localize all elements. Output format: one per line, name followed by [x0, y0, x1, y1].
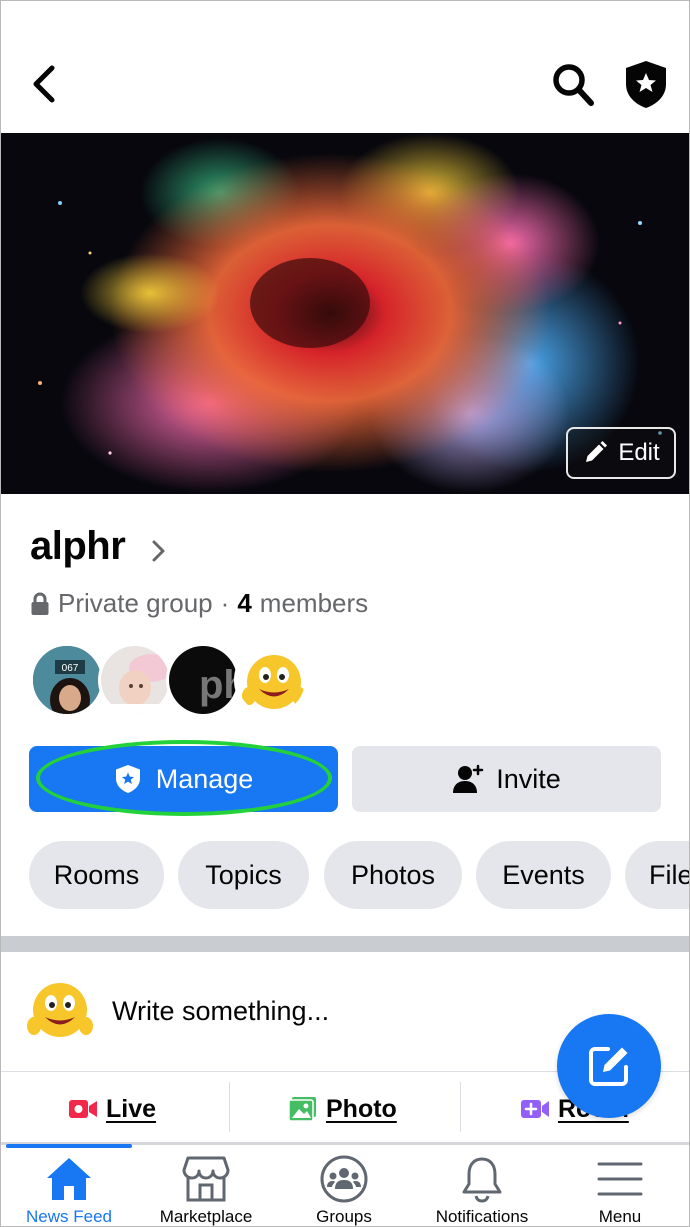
active-tab-indicator [6, 1144, 132, 1148]
action-separator [229, 1082, 230, 1132]
compose-edit-icon [589, 1047, 628, 1086]
tab-label: News Feed [26, 1207, 112, 1226]
members-label[interactable]: members [260, 588, 368, 619]
chevron-left-icon[interactable] [26, 62, 62, 106]
admin-shield-star-icon[interactable] [622, 58, 670, 110]
member-avatar-067[interactable]: 067 [30, 643, 104, 717]
chip-photos[interactable]: Photos [324, 841, 462, 909]
live-video-icon [69, 1100, 97, 1118]
store-icon [182, 1156, 230, 1202]
add-person-icon [453, 764, 484, 793]
tab-label: Menu [598, 1207, 642, 1226]
home-icon [47, 1158, 91, 1200]
tab-menu[interactable]: Menu [551, 1150, 689, 1227]
group-tabs-row: Rooms Topics Photos Events Files [0, 841, 690, 909]
member-avatar-baby[interactable] [98, 643, 172, 717]
tab-notifications[interactable]: Notifications [413, 1150, 551, 1227]
member-avatar-ph-logo[interactable]: ph [166, 643, 240, 717]
chip-events[interactable]: Events [476, 841, 611, 909]
member-count: 4 [237, 588, 252, 618]
photo-button[interactable]: Photo [288, 1092, 397, 1126]
photo-icon [288, 1097, 316, 1122]
chevron-right-icon[interactable] [148, 536, 168, 566]
pencil-icon [586, 441, 608, 462]
chip-files[interactable]: Files [625, 841, 690, 909]
group-name[interactable]: alphr [30, 524, 126, 569]
photo-label: Photo [326, 1094, 397, 1123]
top-bar [0, 0, 690, 133]
write-something-input[interactable]: Write something... [112, 996, 329, 1027]
privacy-label: Private group [58, 588, 213, 618]
group-privacy-line: Private group · 4 members [30, 588, 368, 619]
bell-icon [462, 1157, 502, 1203]
compose-post-button[interactable] [557, 1014, 661, 1118]
member-avatar-emoji[interactable] [234, 643, 308, 717]
tab-label: Marketplace [159, 1207, 253, 1226]
live-label: Live [106, 1094, 157, 1123]
section-divider [0, 936, 690, 952]
tab-news-feed[interactable]: News Feed [0, 1150, 138, 1227]
chip-rooms[interactable]: Rooms [29, 841, 164, 909]
admin-shield-star-icon [115, 765, 140, 793]
live-button[interactable]: Live [68, 1092, 156, 1126]
room-video-plus-icon [521, 1100, 549, 1118]
groups-icon [320, 1155, 368, 1203]
tab-groups[interactable]: Groups [275, 1150, 413, 1227]
invite-label: Invite [496, 763, 561, 794]
tab-label: Groups [316, 1207, 372, 1226]
hamburger-icon [597, 1162, 643, 1196]
edit-cover-button[interactable]: Edit [566, 427, 676, 479]
search-icon[interactable] [550, 60, 596, 108]
svg-text:067: 067 [62, 663, 79, 674]
edit-label: Edit [618, 439, 660, 466]
tab-label: Notifications [435, 1207, 529, 1226]
chip-topics[interactable]: Topics [178, 841, 309, 909]
invite-button[interactable]: Invite [352, 746, 661, 812]
manage-label: Manage [155, 763, 254, 794]
separator-dot: · [220, 588, 230, 618]
composer-avatar[interactable] [22, 974, 98, 1050]
manage-button[interactable]: Manage [29, 746, 338, 812]
lock-icon [31, 592, 49, 615]
tab-marketplace[interactable]: Marketplace [137, 1150, 275, 1227]
action-separator [460, 1082, 461, 1132]
